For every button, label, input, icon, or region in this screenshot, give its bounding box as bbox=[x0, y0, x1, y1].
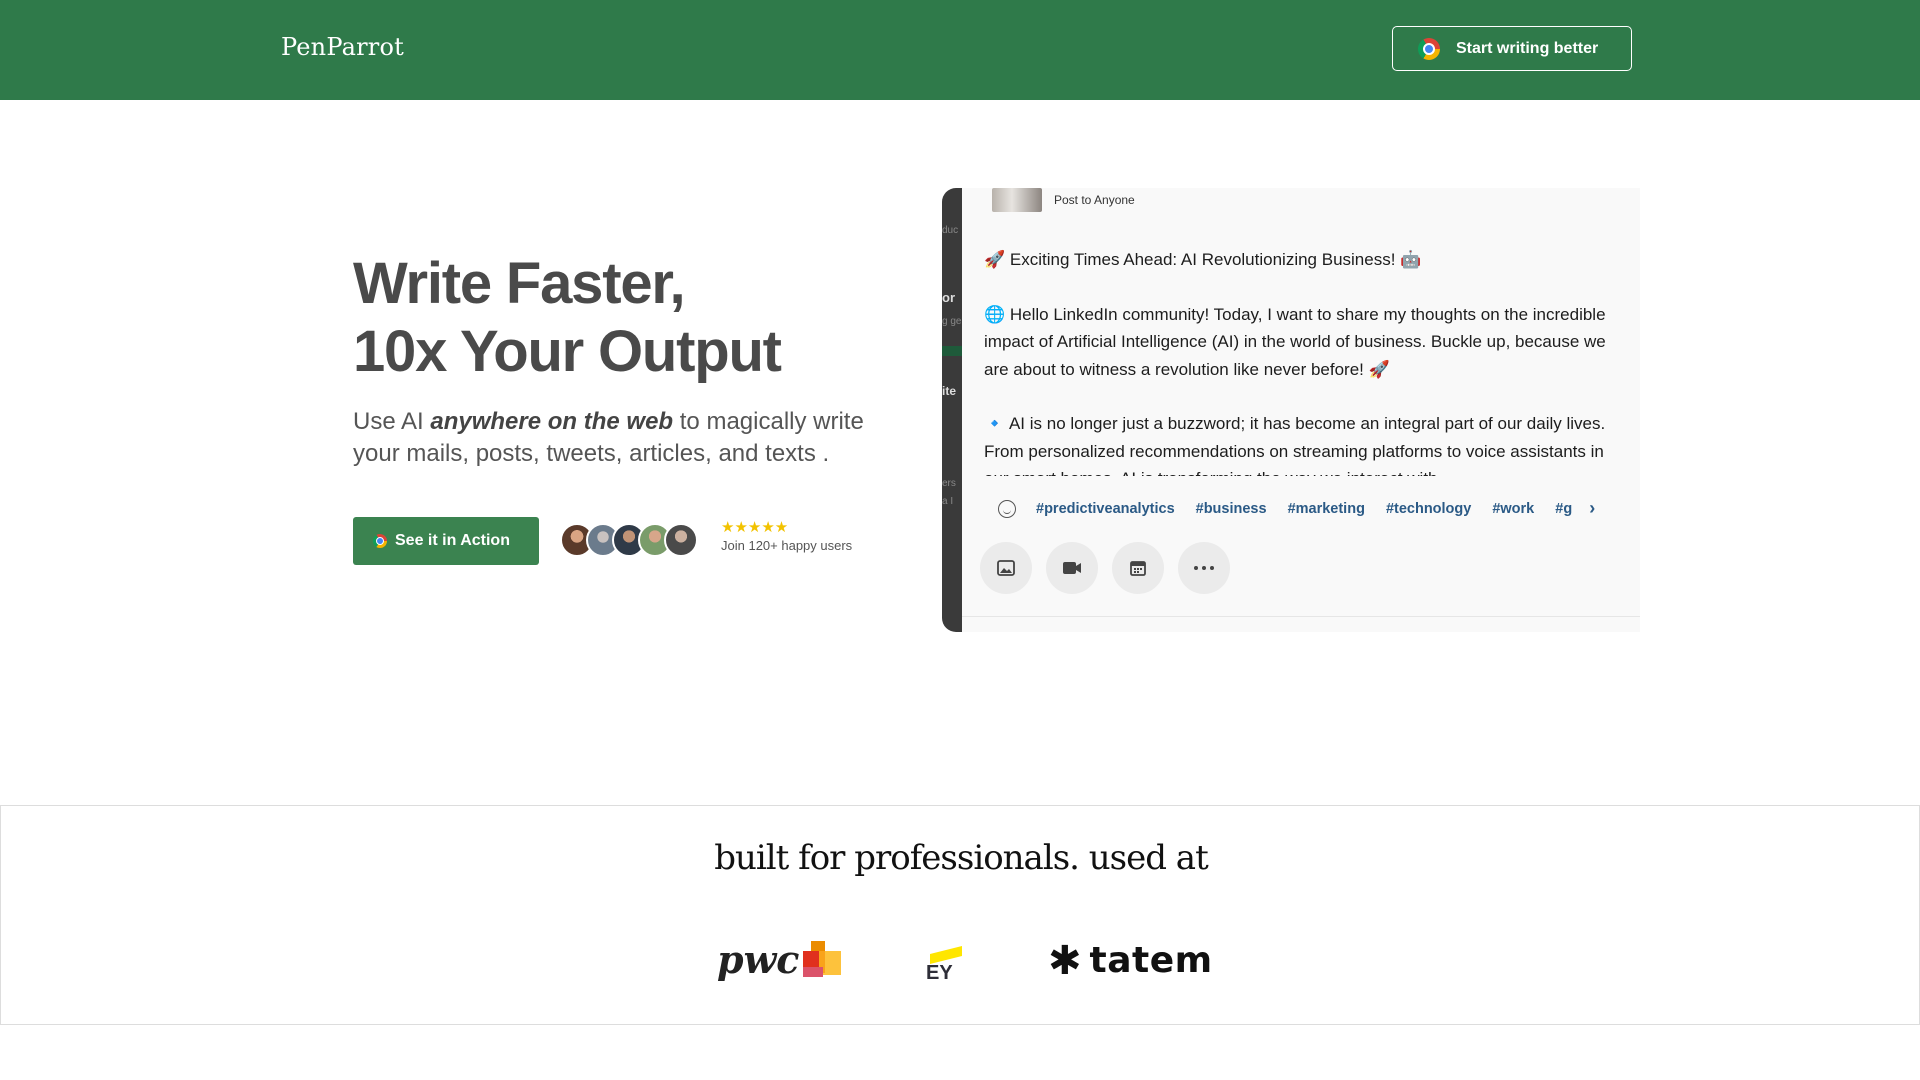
chrome-icon bbox=[1418, 37, 1440, 60]
tatem-wordmark: tatem bbox=[1089, 940, 1213, 981]
pwc-wordmark: pwc bbox=[717, 937, 800, 982]
hashtag[interactable]: #technology bbox=[1386, 501, 1471, 517]
hashtag[interactable]: #work bbox=[1492, 501, 1534, 517]
side-fragment: duc bbox=[942, 225, 959, 236]
more-icon[interactable] bbox=[1178, 542, 1230, 594]
asterisk-icon: ✱ bbox=[1048, 938, 1082, 983]
linkedin-post-preview: duc or g ge ite ers a I Post to Anyone 🚀… bbox=[942, 188, 1640, 632]
emoji-icon[interactable] bbox=[998, 499, 1016, 518]
poster-avatar bbox=[992, 188, 1042, 212]
rating-stars: ★★★★★ bbox=[721, 519, 789, 536]
post-action-buttons bbox=[980, 542, 1244, 594]
post-paragraph: 🔹 AI is no longer just a buzzword; it ha… bbox=[984, 414, 1606, 476]
hashtag[interactable]: #business bbox=[1196, 501, 1267, 517]
pwc-blocks bbox=[799, 941, 843, 979]
pwc-logo: pwc bbox=[717, 941, 843, 979]
chrome-icon bbox=[373, 534, 387, 548]
post-audience[interactable]: Post to Anyone bbox=[1054, 193, 1135, 207]
calendar-icon[interactable] bbox=[1112, 542, 1164, 594]
side-fragment: or bbox=[942, 290, 955, 305]
brand-logo[interactable]: PenParrot bbox=[281, 33, 404, 61]
post-body[interactable]: 🚀 Exciting Times Ahead: AI Revolutionizi… bbox=[984, 246, 1614, 476]
trusted-by-section: built for professionals. used at pwc bbox=[0, 805, 1920, 1025]
happy-users-text: Join 120+ happy users bbox=[721, 538, 853, 553]
post-header: Post to Anyone bbox=[992, 188, 1135, 212]
see-it-in-action-button[interactable]: See it in Action bbox=[353, 517, 539, 565]
subtitle-emphasis: anywhere on the web bbox=[430, 408, 674, 435]
chevron-right-icon[interactable]: › bbox=[1589, 498, 1595, 519]
hashtag[interactable]: #marketing bbox=[1288, 501, 1365, 517]
hashtag[interactable]: #g bbox=[1555, 501, 1572, 517]
start-writing-label: Start writing better bbox=[1456, 39, 1599, 57]
user-avatars bbox=[560, 523, 698, 557]
ey-wordmark: EY bbox=[926, 962, 953, 984]
video-icon[interactable] bbox=[1046, 542, 1098, 594]
hashtag-row: #predictiveanalytics #business #marketin… bbox=[984, 498, 1595, 519]
start-writing-button[interactable]: Start writing better bbox=[1392, 26, 1632, 71]
side-fragment: ers bbox=[942, 478, 956, 489]
side-fragment: ite bbox=[942, 384, 957, 398]
hero-title-line1: Write Faster, bbox=[353, 251, 686, 316]
see-it-in-action-label: See it in Action bbox=[395, 532, 510, 549]
image-icon[interactable] bbox=[980, 542, 1032, 594]
side-fragment: a I bbox=[942, 496, 954, 507]
trusted-by-title: built for professionals. used at bbox=[714, 838, 1209, 878]
hero-subtitle: Use AI anywhere on the web to magically … bbox=[353, 406, 873, 470]
background-window-strip: duc or g ge ite ers a I bbox=[942, 188, 962, 632]
hero-title: Write Faster, 10x Your Output bbox=[353, 250, 782, 386]
subtitle-pre: Use AI bbox=[353, 408, 431, 435]
post-paragraph: 🌐 Hello LinkedIn community! Today, I wan… bbox=[984, 304, 1606, 379]
top-nav-bar: PenParrot Start writing better bbox=[0, 0, 1920, 100]
side-fragment: g ge bbox=[942, 316, 962, 327]
post-paragraph: 🚀 Exciting Times Ahead: AI Revolutionizi… bbox=[984, 250, 1422, 269]
tatem-logo: ✱ tatem bbox=[1048, 940, 1213, 981]
hero-title-line2: 10x Your Output bbox=[353, 319, 782, 384]
divider bbox=[962, 616, 1640, 617]
green-strip bbox=[942, 346, 962, 356]
avatar bbox=[664, 523, 698, 557]
hashtag[interactable]: #predictiveanalytics bbox=[1036, 501, 1175, 517]
